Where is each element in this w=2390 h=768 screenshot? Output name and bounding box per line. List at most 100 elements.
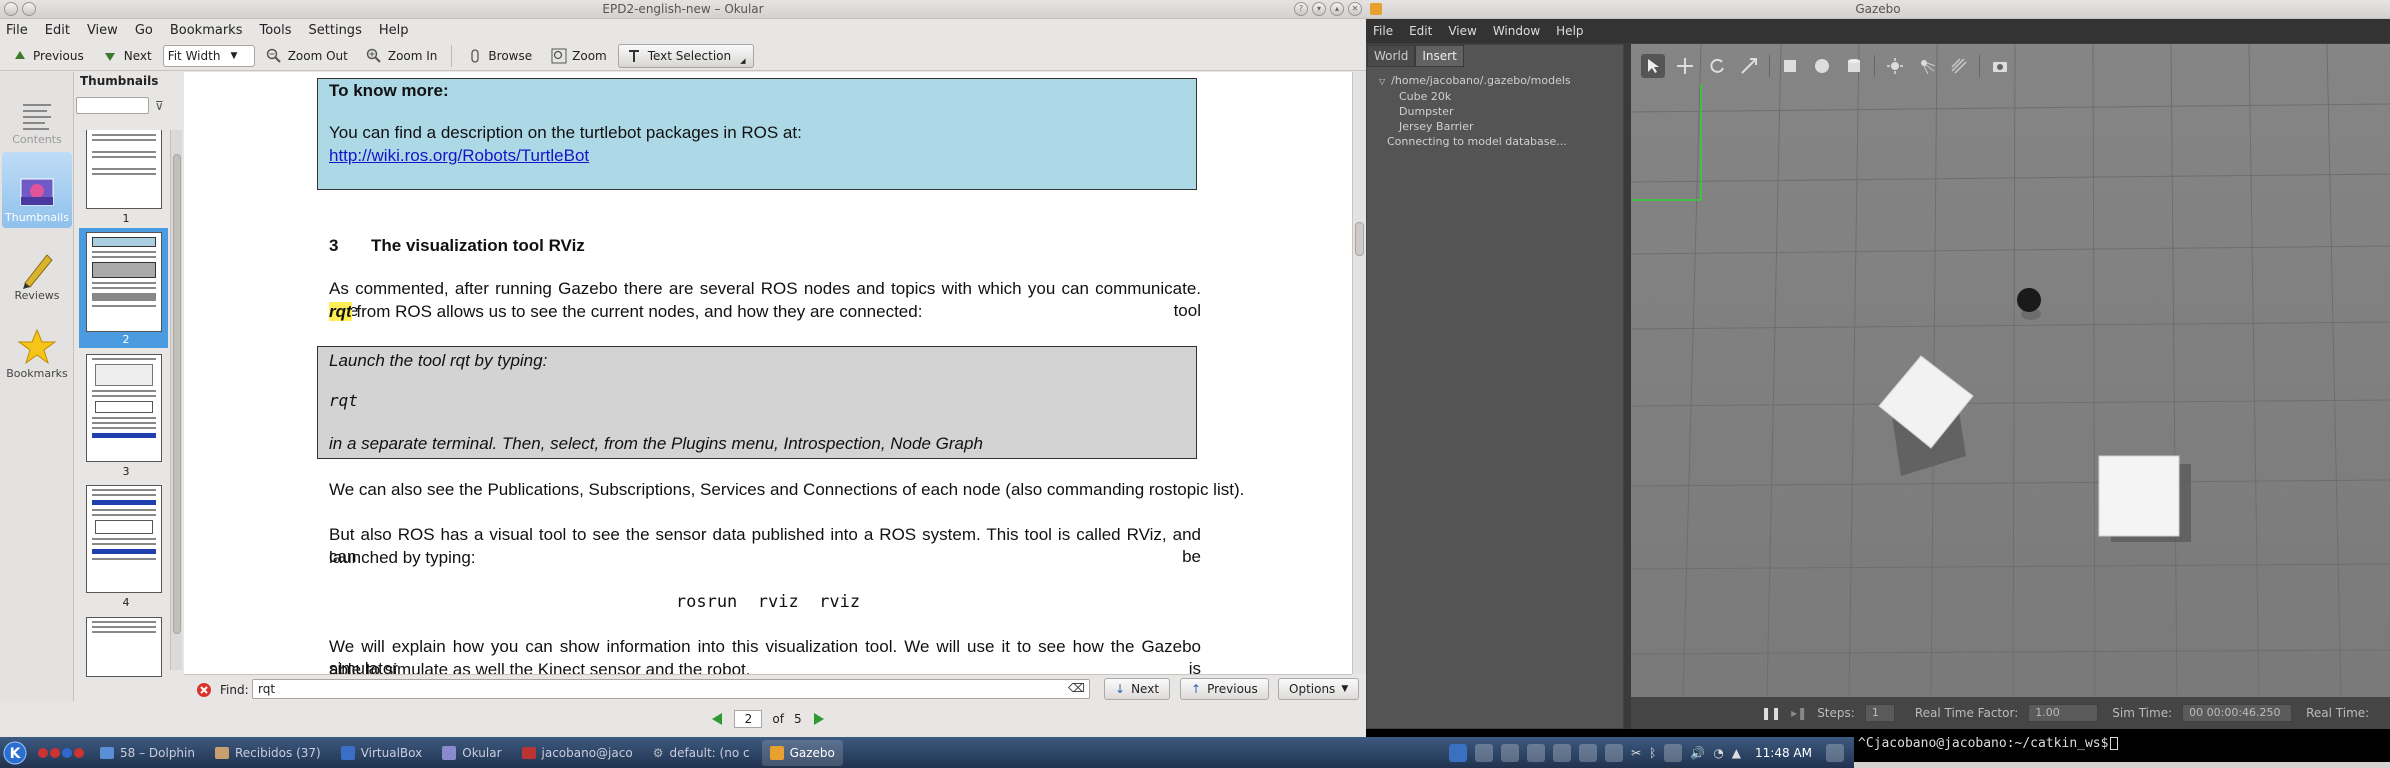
menu-tools[interactable]: Tools [259,23,291,38]
menu-view[interactable]: View [87,23,118,38]
tree-item[interactable]: Jersey Barrier [1379,119,1623,134]
gz-menu-file[interactable]: File [1373,24,1393,38]
text-selection-tool-button[interactable]: Text Selection ◢ [617,43,754,68]
thumbnail-scrollbar[interactable] [170,130,182,670]
sphere-shape-icon[interactable] [1810,54,1834,78]
tree-root[interactable]: ▽ /home/jacobano/.gazebo/models [1379,73,1623,89]
browse-tool-button[interactable]: Browse [459,44,539,68]
zoom-in-button[interactable]: Zoom In [359,44,445,68]
scissors-icon[interactable]: ✂ [1631,746,1641,760]
thumbnail-page-1[interactable] [86,130,162,209]
document-scrollbar[interactable] [1352,72,1366,674]
menu-bookmarks[interactable]: Bookmarks [170,23,243,38]
thumbnail-page-3[interactable] [86,354,162,462]
task-okular[interactable]: Okular [434,740,509,766]
task-gazebo[interactable]: Gazebo [761,739,843,766]
cylinder-shape-icon[interactable] [1842,54,1866,78]
translate-mode-icon[interactable] [1673,54,1697,78]
sidebar-tab-contents[interactable]: Contents [2,74,72,150]
task-mail[interactable]: Recibidos (37) [207,740,329,766]
maximize-button[interactable]: ▴ [1330,2,1344,16]
thumbnail-page-2[interactable] [86,232,162,332]
box-shape-icon[interactable] [1778,54,1802,78]
tab-insert[interactable]: Insert [1415,45,1464,67]
directional-light-icon[interactable] [1947,54,1971,78]
thumbnail-page-4[interactable] [86,485,162,593]
page-number-input[interactable]: 2 [734,710,763,728]
gz-menu-view[interactable]: View [1448,24,1476,38]
steps-spinbox[interactable]: 1 [1864,704,1895,722]
find-input[interactable]: rqt ⌫ [252,679,1090,699]
menu-go[interactable]: Go [135,23,153,38]
menu-file[interactable]: File [6,23,28,38]
box-model[interactable] [2098,455,2180,537]
gz-menu-help[interactable]: Help [1556,24,1583,38]
thumbnail-page-5[interactable] [86,617,162,677]
gazebo-3d-view[interactable] [1631,44,2390,697]
task-virtualbox[interactable]: VirtualBox [333,740,431,766]
sidebar-tab-thumbnails[interactable]: Thumbnails [2,152,72,228]
zoom-mode-select[interactable]: Fit Width ▼ [162,44,255,67]
keyboard-icon[interactable] [1605,743,1624,762]
step-icon[interactable]: ▸❚ [1791,706,1807,720]
window-pin-button[interactable] [22,2,36,16]
window-menu-button[interactable] [4,2,18,16]
panel-splitter[interactable] [1624,44,1631,729]
clear-input-icon[interactable]: ⌫ [1068,681,1085,695]
turtlebot-link[interactable]: http://wiki.ros.org/Robots/TurtleBot [329,145,589,167]
java-icon[interactable] [1475,743,1494,762]
clock[interactable]: 11:48 AM [1755,746,1812,760]
rotate-mode-icon[interactable] [1705,54,1729,78]
find-options-button[interactable]: Options ▼ [1278,678,1360,700]
thumbnail-filter-input[interactable] [76,97,149,114]
sidebar-tab-reviews[interactable]: Reviews [2,230,72,306]
select-mode-icon[interactable] [1641,53,1665,78]
task-dolphin[interactable]: 58 – Dolphin [92,740,203,766]
update-icon[interactable] [1527,743,1546,762]
collapse-icon[interactable]: ▽ [1379,77,1385,86]
wifi-icon[interactable]: ◔ [1713,746,1723,760]
tree-item[interactable]: Cube 20k [1379,89,1623,104]
menu-edit[interactable]: Edit [45,23,70,38]
desktop-toolbox-icon[interactable] [1826,743,1844,762]
pause-icon[interactable]: ❚❚ [1761,706,1781,720]
pager-icon[interactable] [38,747,84,758]
point-light-icon[interactable] [1883,54,1907,78]
volume-icon[interactable]: 🔊 [1690,746,1705,760]
help-button[interactable]: ? [1294,2,1308,16]
task-terminal[interactable]: jacobano@jaco [514,740,641,766]
spot-light-icon[interactable] [1915,54,1939,78]
previous-page-arrow-icon[interactable] [710,712,724,726]
gz-menu-edit[interactable]: Edit [1409,24,1432,38]
next-page-arrow-icon[interactable] [812,712,826,726]
document-view[interactable]: To know more: You can find a description… [184,72,1352,674]
menu-settings[interactable]: Settings [309,23,362,38]
turtlebot-model[interactable] [2017,288,2041,312]
close-find-icon[interactable] [196,682,212,698]
battery-icon[interactable] [1664,743,1683,762]
close-button[interactable]: ✕ [1348,2,1362,16]
network-icon[interactable] [1501,743,1520,762]
find-previous-button[interactable]: ↑ Previous [1180,678,1269,700]
next-page-button[interactable]: Next [95,44,159,68]
zoom-tool-button[interactable]: Zoom [543,44,614,68]
sidebar-tab-bookmarks[interactable]: Bookmarks [2,308,72,384]
tree-item[interactable]: Dumpster [1379,104,1623,119]
find-next-button[interactable]: ↓ Next [1104,678,1171,700]
bluetooth-icon[interactable]: ᛒ [1649,746,1656,760]
screenshot-icon[interactable] [1988,54,2012,78]
task-default[interactable]: ⚙ default: (no c [645,740,758,766]
minimize-button[interactable]: ▾ [1312,2,1326,16]
gz-menu-window[interactable]: Window [1493,24,1540,38]
filter-icon[interactable]: ⊽ [155,99,164,113]
desktop-icon[interactable] [1449,743,1468,762]
previous-page-button[interactable]: Previous [4,44,91,68]
scale-mode-icon[interactable] [1737,54,1761,78]
terminal-window[interactable]: ^Cjacobano@jacobano:~/catkin_ws$ [1854,729,2390,762]
clipboard-icon[interactable] [1553,743,1572,762]
zoom-out-button[interactable]: Zoom Out [259,44,355,68]
tab-world[interactable]: World [1367,45,1416,67]
menu-help[interactable]: Help [379,23,409,38]
kde-menu-icon[interactable]: K [0,738,30,768]
notes-icon[interactable] [1579,743,1598,762]
